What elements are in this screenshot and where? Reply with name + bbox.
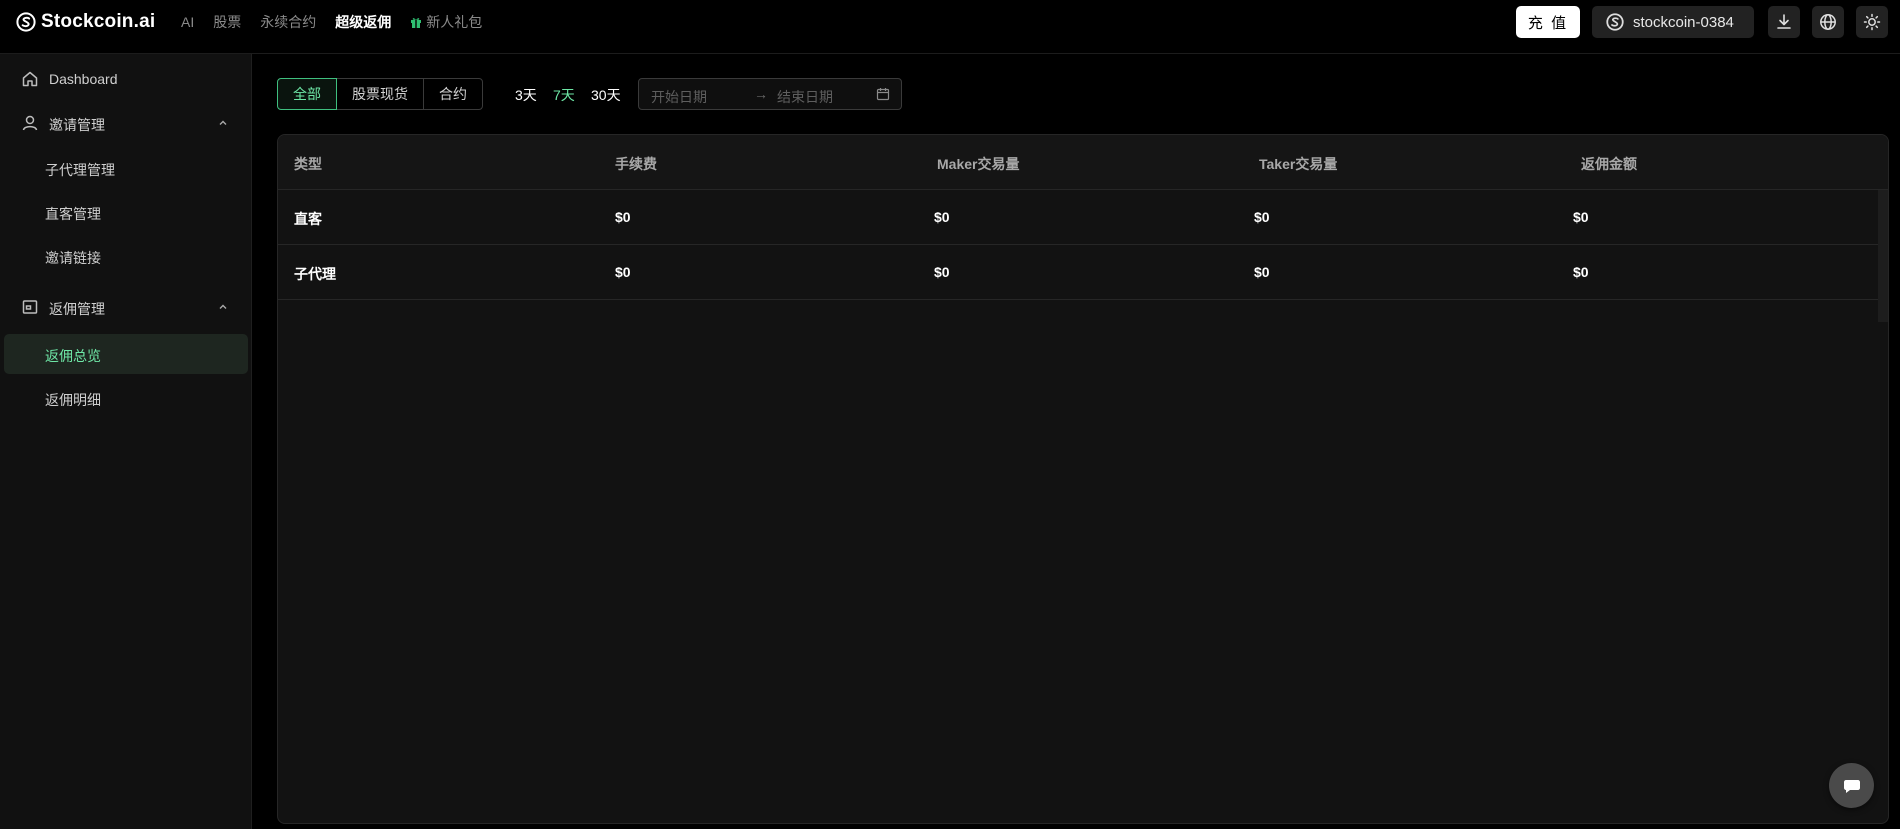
start-date-input[interactable]: 开始日期 <box>651 87 707 107</box>
main-nav: AI 股票 永续合约 超级返佣 新人礼包 <box>181 13 501 31</box>
cell-fee: $0 <box>615 209 631 225</box>
cell-taker-volume: $0 <box>1254 209 1270 225</box>
rebate-overview-table: 类型 手续费 Maker交易量 Taker交易量 返佣金额 直客 $0 $0 $… <box>277 134 1889 824</box>
language-button[interactable] <box>1812 6 1844 38</box>
sun-icon <box>1863 13 1881 31</box>
download-icon <box>1777 14 1791 29</box>
chat-support-button[interactable] <box>1829 763 1874 808</box>
sidebar-group-invite[interactable]: 邀请管理 <box>0 103 252 143</box>
gift-icon <box>411 18 422 28</box>
sidebar-group-rebate[interactable]: 返佣管理 <box>0 287 252 327</box>
table-row: 直客 $0 $0 $0 $0 <box>278 190 1888 245</box>
account-name: stockcoin-0384 <box>1633 13 1734 31</box>
sidebar-item-label: 返佣明细 <box>45 392 101 408</box>
cell-rebate-amount: $0 <box>1573 209 1589 225</box>
sidebar-group-label: 返佣管理 <box>49 301 105 317</box>
cell-maker-volume: $0 <box>934 209 950 225</box>
chat-bubble-icon <box>1843 779 1860 793</box>
chevron-up-icon <box>219 120 227 125</box>
sidebar-item-sub-agents[interactable]: 子代理管理 <box>0 148 252 188</box>
table-scrollbar[interactable] <box>1878 190 1888 322</box>
table-row: 子代理 $0 $0 $0 $0 <box>278 245 1888 300</box>
range-30-days[interactable]: 30天 <box>591 85 621 105</box>
end-date-input[interactable]: 结束日期 <box>777 87 833 107</box>
recharge-button[interactable]: 充 值 <box>1516 6 1580 38</box>
sidebar-item-label: Dashboard <box>49 71 118 87</box>
cell-maker-volume: $0 <box>934 264 950 280</box>
sidebar-item-label: 子代理管理 <box>45 162 115 178</box>
theme-toggle-button[interactable] <box>1856 6 1888 38</box>
segment-stock-spot[interactable]: 股票现货 <box>336 78 424 110</box>
download-button[interactable] <box>1768 6 1800 38</box>
range-3-days[interactable]: 3天 <box>515 85 537 105</box>
account-button[interactable]: stockcoin-0384 <box>1592 6 1754 38</box>
column-header-fee: 手续费 <box>615 156 657 172</box>
chevron-up-icon <box>219 304 227 309</box>
segment-all[interactable]: 全部 <box>277 78 337 110</box>
table-header: 类型 手续费 Maker交易量 Taker交易量 返佣金额 <box>278 135 1888 190</box>
nav-perpetual[interactable]: 永续合约 <box>260 13 316 31</box>
sidebar-group-label: 邀请管理 <box>49 117 105 133</box>
cell-taker-volume: $0 <box>1254 264 1270 280</box>
column-header-rebate-amount: 返佣金额 <box>1581 156 1637 172</box>
range-7-days[interactable]: 7天 <box>553 85 575 105</box>
sidebar-item-rebate-details[interactable]: 返佣明细 <box>0 378 252 418</box>
logo[interactable]: Stockcoin.ai <box>16 11 155 33</box>
range-arrow: → <box>754 86 768 102</box>
nav-super-rebate[interactable]: 超级返佣 <box>335 13 391 31</box>
wallet-icon <box>22 300 38 314</box>
sidebar-item-label: 直客管理 <box>45 206 101 222</box>
column-header-type: 类型 <box>294 156 322 172</box>
sidebar: Dashboard 邀请管理 子代理管理 直客管理 邀请链接 返佣管理 返佣总览… <box>0 54 252 829</box>
column-header-maker-volume: Maker交易量 <box>937 156 1020 172</box>
nav-stocks[interactable]: 股票 <box>213 13 241 31</box>
cell-fee: $0 <box>615 264 631 280</box>
nav-new-user-gift[interactable]: 新人礼包 <box>410 13 482 31</box>
top-bar: Stockcoin.ai AI 股票 永续合约 超级返佣 新人礼包 充 值 st… <box>0 0 1900 54</box>
app-name: Stockcoin.ai <box>41 11 156 32</box>
stockcoin-logo-icon <box>16 12 36 32</box>
home-icon <box>22 71 38 87</box>
market-type-segmented: 全部 股票现货 合约 <box>277 78 483 110</box>
calendar-icon <box>876 88 890 101</box>
cell-type: 子代理 <box>294 266 336 282</box>
account-avatar-icon <box>1606 13 1624 31</box>
sidebar-item-label: 邀请链接 <box>45 250 101 266</box>
cell-type: 直客 <box>294 211 322 227</box>
sidebar-item-label: 返佣总览 <box>45 348 101 364</box>
sidebar-item-dashboard[interactable]: Dashboard <box>0 59 252 99</box>
cell-rebate-amount: $0 <box>1573 264 1589 280</box>
nav-ai[interactable]: AI <box>181 13 194 31</box>
sidebar-item-rebate-overview[interactable]: 返佣总览 <box>4 334 248 374</box>
nav-gift-label: 新人礼包 <box>426 14 483 30</box>
globe-icon <box>1820 14 1836 30</box>
column-header-taker-volume: Taker交易量 <box>1259 156 1338 172</box>
user-icon <box>22 115 38 131</box>
segment-contract[interactable]: 合约 <box>423 78 483 110</box>
date-range-picker[interactable]: 开始日期 → 结束日期 <box>638 78 902 110</box>
sidebar-item-invite-link[interactable]: 邀请链接 <box>0 236 252 276</box>
sidebar-item-direct-clients[interactable]: 直客管理 <box>0 192 252 232</box>
